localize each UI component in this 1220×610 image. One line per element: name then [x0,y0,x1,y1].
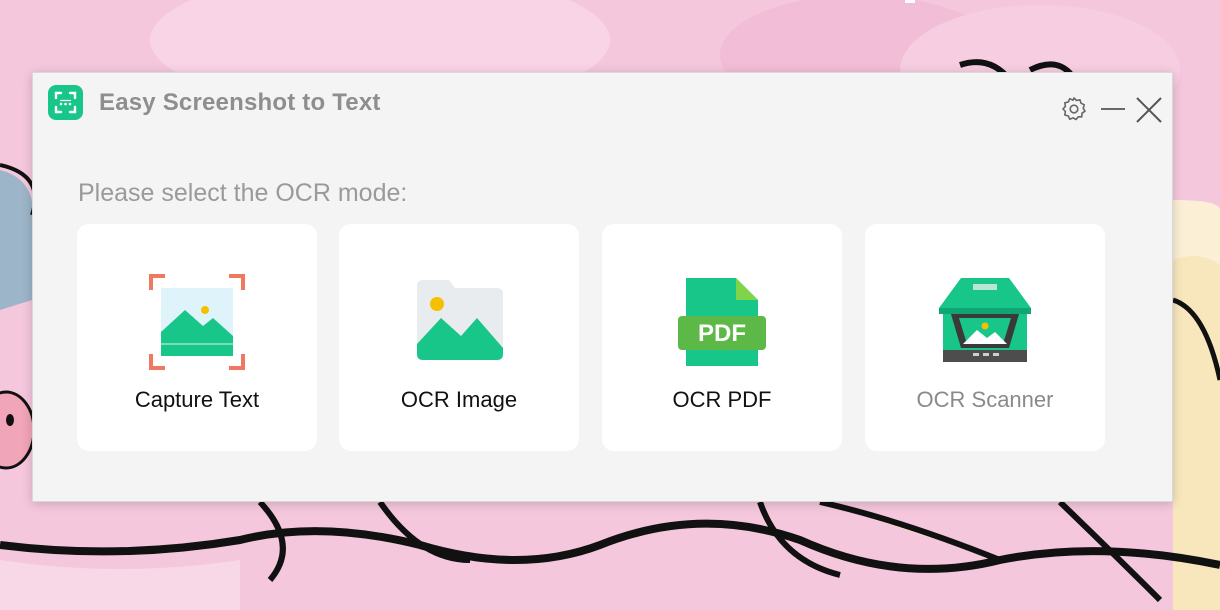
capture-text-card[interactable]: Capture Text [77,224,317,451]
ocr-pdf-label: OCR PDF [672,387,772,412]
scanner-icon [937,274,1033,370]
image-icon [411,274,507,370]
pdf-icon-text: PDF [698,320,746,347]
ocr-mode-prompt: Please select the OCR mode: [78,179,408,207]
ocr-scanner-card[interactable]: OCR Scanner [865,224,1105,451]
pdf-file-icon: PDF [674,274,770,370]
app-window: Easy Screenshot to Text Please select th… [32,72,1173,502]
ocr-pdf-card[interactable]: PDF OCR PDF [602,224,842,451]
ocr-scanner-label: OCR Scanner [916,387,1054,412]
gear-icon[interactable] [1060,95,1088,123]
ocr-image-label: OCR Image [400,387,518,412]
app-title: Easy Screenshot to Text [99,89,381,116]
capture-frame-icon [149,274,245,370]
minimize-icon[interactable] [1098,95,1126,123]
scan-frame-icon [48,85,83,120]
desktop: Easy Screenshot to Text Please select th… [0,0,1220,610]
close-icon[interactable] [1134,95,1162,123]
capture-text-label: Capture Text [134,387,260,412]
ocr-image-card[interactable]: OCR Image [339,224,579,451]
title-bar: Easy Screenshot to Text [33,73,1172,137]
